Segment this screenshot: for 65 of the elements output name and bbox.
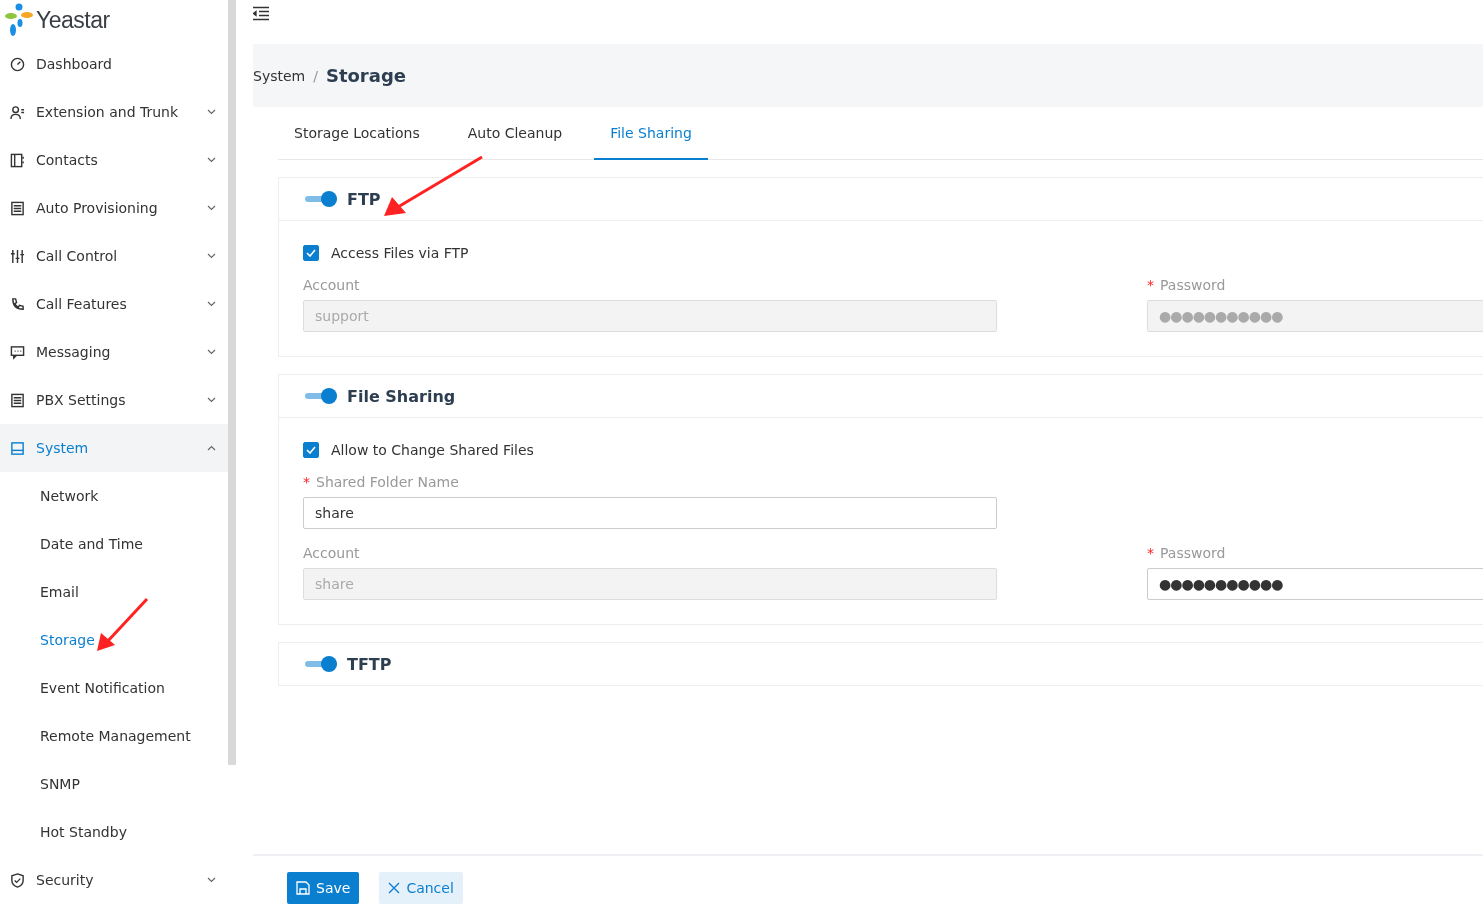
- nav-subitem[interactable]: Email: [0, 568, 228, 616]
- nav-icon: [10, 344, 25, 360]
- nav-icon: [10, 872, 25, 888]
- breadcrumb-link[interactable]: System: [253, 67, 306, 84]
- checkbox[interactable]: [303, 245, 319, 261]
- page-title: Storage: [325, 65, 406, 86]
- checkbox[interactable]: [303, 442, 319, 458]
- menu-icon[interactable]: [253, 6, 270, 21]
- nav-subitem[interactable]: Date and Time: [0, 520, 228, 568]
- nav-item[interactable]: Contacts: [0, 136, 228, 184]
- close-icon: [388, 882, 401, 894]
- nav-item[interactable]: Call Features: [0, 280, 228, 328]
- required-asterisk: *: [303, 474, 310, 490]
- nav-icon: [10, 392, 25, 408]
- logo-text: Yeastar: [36, 6, 110, 34]
- save-icon: [296, 881, 310, 895]
- nav-subitem[interactable]: Event Notification: [0, 664, 228, 712]
- input-field[interactable]: share: [303, 497, 997, 529]
- scrollbar[interactable]: [228, 0, 236, 765]
- nav-icon: [10, 248, 25, 264]
- nav-icon: [10, 440, 25, 456]
- nav-icon: [10, 152, 25, 168]
- nav-item[interactable]: System: [0, 424, 228, 472]
- toggle-switch[interactable]: [305, 191, 337, 207]
- nav-item[interactable]: Messaging: [0, 328, 228, 376]
- checkmark-icon: [306, 446, 316, 454]
- required-asterisk: *: [1147, 277, 1154, 293]
- nav-item[interactable]: Auto Provisioning: [0, 184, 228, 232]
- checkbox-label: Allow to Change Shared Files: [331, 442, 534, 458]
- tab[interactable]: Storage Locations: [278, 107, 436, 160]
- tab[interactable]: File Sharing: [594, 107, 708, 160]
- logo-icon: [4, 3, 34, 37]
- nav-item[interactable]: Call Control: [0, 232, 228, 280]
- nav-subitem[interactable]: Hot Standby: [0, 808, 228, 856]
- field-label: Account: [303, 545, 360, 561]
- nav-subitem[interactable]: SNMP: [0, 760, 228, 808]
- field-label: Password: [1160, 277, 1226, 293]
- nav-icon: [10, 56, 25, 72]
- breadcrumb-separator: /: [313, 67, 318, 84]
- checkmark-icon: [306, 249, 316, 257]
- nav-subitem[interactable]: Storage: [0, 616, 228, 664]
- nav-icon: [10, 200, 25, 216]
- toggle-switch[interactable]: [305, 388, 337, 404]
- cancel-button[interactable]: Cancel: [379, 872, 463, 904]
- save-button[interactable]: Save: [287, 872, 360, 904]
- nav-icon: [10, 296, 25, 312]
- nav-item[interactable]: Extension and Trunk: [0, 88, 228, 136]
- nav-item[interactable]: PBX Settings: [0, 376, 228, 424]
- field-label: Account: [303, 277, 360, 293]
- required-asterisk: *: [1147, 545, 1154, 561]
- nav-icon: [10, 104, 25, 120]
- input-field[interactable]: ●●●●●●●●●●●: [1147, 568, 1483, 600]
- toggle-switch[interactable]: [305, 656, 337, 672]
- section-title: TFTP: [347, 654, 392, 674]
- field-label: Shared Folder Name: [316, 474, 459, 490]
- nav-item[interactable]: Security: [0, 856, 228, 904]
- tab[interactable]: Auto Cleanup: [451, 107, 579, 160]
- section-title: File Sharing: [347, 386, 456, 406]
- section-title: FTP: [347, 189, 381, 209]
- checkbox-label: Access Files via FTP: [331, 245, 469, 261]
- annotation-arrow: [95, 597, 151, 653]
- nav-subitem[interactable]: Network: [0, 472, 228, 520]
- field-label: Password: [1160, 545, 1226, 561]
- nav-subitem[interactable]: Remote Management: [0, 712, 228, 760]
- nav-item[interactable]: Dashboard: [0, 40, 228, 88]
